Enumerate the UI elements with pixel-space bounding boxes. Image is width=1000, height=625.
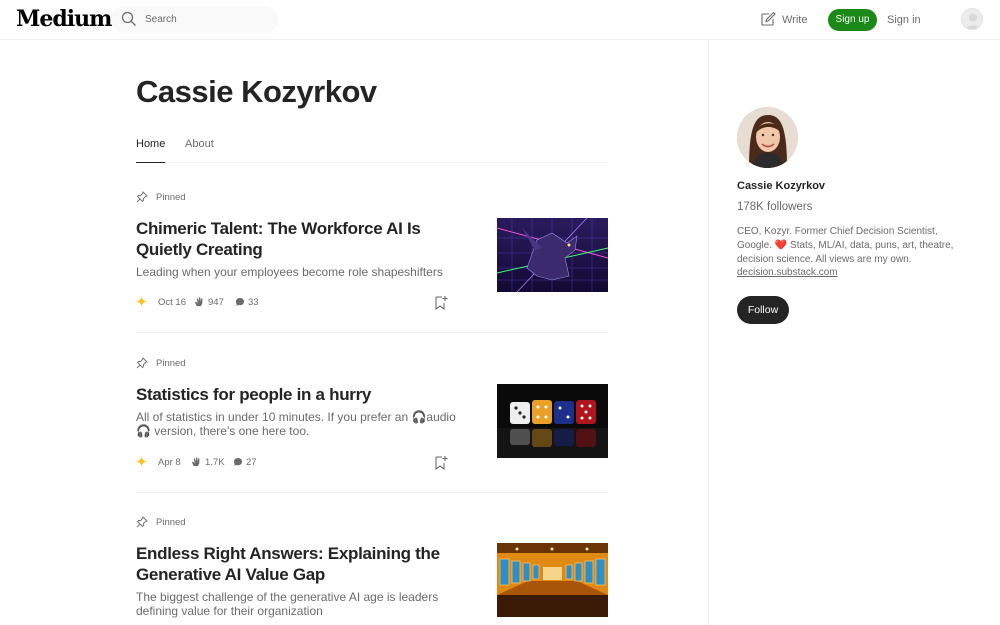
article-thumbnail[interactable] xyxy=(497,384,608,458)
pinned-label: Pinned xyxy=(156,358,186,369)
author-bio: CEO, Kozyr. Former Chief Decision Scient… xyxy=(737,226,954,265)
publish-date: Apr 8 xyxy=(158,457,181,468)
article-title[interactable]: Endless Right Answers: Explaining the Ge… xyxy=(136,543,456,585)
clap-count: 947 xyxy=(208,297,224,308)
profile-sidebar: Cassie Kozyrkov 178K followers CEO, Kozy… xyxy=(708,40,1000,625)
article-subtitle[interactable]: The biggest challenge of the generative … xyxy=(136,590,466,618)
gallery-hall-image xyxy=(497,543,608,617)
response-icon[interactable] xyxy=(233,457,243,467)
pin-icon xyxy=(136,191,148,203)
article-subtitle[interactable]: All of statistics in under 10 minutes. I… xyxy=(136,410,466,438)
tab-home[interactable]: Home xyxy=(136,138,166,163)
pin-icon xyxy=(136,357,148,369)
bookmark-add-icon[interactable] xyxy=(434,455,448,470)
follow-button[interactable]: Follow xyxy=(737,296,789,324)
follower-count[interactable]: 178K followers xyxy=(737,201,812,213)
article-card[interactable]: Pinned Chimeric Talent: The Workforce AI… xyxy=(136,190,608,333)
response-icon[interactable] xyxy=(235,297,245,307)
search-box[interactable]: Search xyxy=(111,6,278,33)
sidebar-author-name[interactable]: Cassie Kozyrkov xyxy=(737,180,825,192)
top-nav-bar: Medium Search Write Sign up Sign in xyxy=(0,0,1000,40)
clap-count: 1.7K xyxy=(205,457,225,468)
publish-date: Oct 16 xyxy=(158,297,186,308)
member-star-icon xyxy=(136,296,147,307)
author-name-heading: Cassie Kozyrkov xyxy=(136,74,377,109)
pinned-label: Pinned xyxy=(156,192,186,203)
bookmark-add-icon[interactable] xyxy=(434,295,448,310)
profile-tabs: Home About xyxy=(136,138,608,163)
response-count: 27 xyxy=(246,457,257,468)
default-avatar-icon xyxy=(965,13,981,29)
griffin-synthwave-image xyxy=(497,218,608,292)
article-thumbnail[interactable] xyxy=(497,543,608,617)
article-title[interactable]: Statistics for people in a hurry xyxy=(136,384,456,405)
article-title[interactable]: Chimeric Talent: The Workforce AI Is Qui… xyxy=(136,218,456,260)
member-star-icon xyxy=(136,456,147,467)
search-input[interactable]: Search xyxy=(145,14,177,25)
sign-in-link[interactable]: Sign in xyxy=(887,14,921,26)
user-avatar[interactable] xyxy=(961,8,983,30)
article-card[interactable]: Pinned Statistics for people in a hurry … xyxy=(136,356,608,493)
search-icon xyxy=(121,11,136,26)
write-label: Write xyxy=(782,14,808,26)
clap-icon[interactable] xyxy=(194,296,205,307)
sign-up-button[interactable]: Sign up xyxy=(828,9,877,31)
article-meta: Apr 8 1.7K 27 xyxy=(136,455,456,470)
response-count: 33 xyxy=(248,297,259,308)
author-portrait xyxy=(737,107,798,168)
write-icon xyxy=(761,11,776,26)
pinned-label: Pinned xyxy=(156,517,186,528)
bio-link[interactable]: decision.substack.com xyxy=(737,267,838,278)
article-meta: Oct 16 947 33 xyxy=(136,295,456,310)
main-content: Cassie Kozyrkov Home About Pinned Chimer… xyxy=(0,40,708,625)
article-subtitle[interactable]: Leading when your employees become role … xyxy=(136,265,466,279)
medium-logo[interactable]: Medium xyxy=(16,6,112,32)
clap-icon[interactable] xyxy=(191,456,202,467)
tab-about[interactable]: About xyxy=(185,138,214,163)
article-thumbnail[interactable] xyxy=(497,218,608,292)
article-card[interactable]: Pinned Endless Right Answers: Explaining… xyxy=(136,515,608,625)
pin-icon xyxy=(136,516,148,528)
profile-photo[interactable] xyxy=(737,107,798,168)
dice-row-image xyxy=(497,384,608,458)
